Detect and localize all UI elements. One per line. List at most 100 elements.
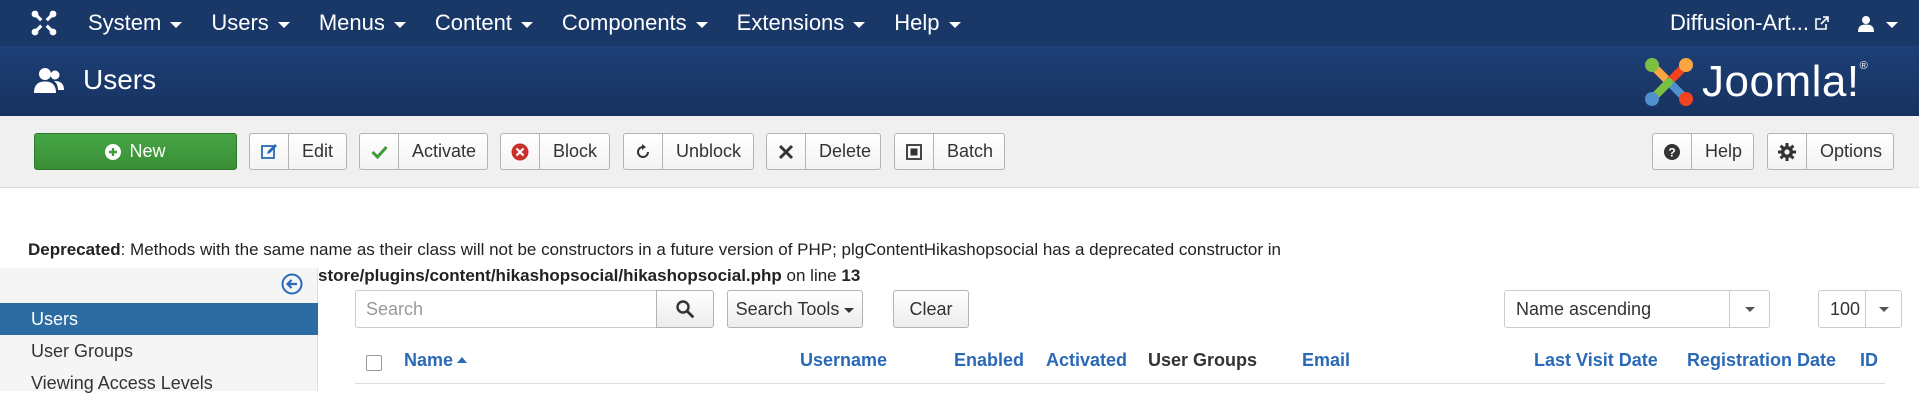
batch-icon bbox=[895, 134, 934, 169]
user-menu[interactable] bbox=[1858, 0, 1898, 46]
external-link-icon bbox=[1815, 16, 1829, 30]
limit-select[interactable]: 100 bbox=[1818, 290, 1902, 328]
caret-down-icon bbox=[695, 21, 708, 28]
column-id[interactable]: ID bbox=[1860, 350, 1878, 371]
column-activated[interactable]: Activated bbox=[1046, 350, 1127, 371]
caret-down-icon bbox=[853, 21, 866, 28]
menu-users-label: Users bbox=[211, 10, 269, 35]
ordering-select-value: Name ascending bbox=[1516, 298, 1652, 319]
batch-button-label: Batch bbox=[947, 141, 994, 161]
column-enabled[interactable]: Enabled bbox=[954, 350, 1024, 371]
edit-button[interactable]: Edit bbox=[249, 133, 347, 170]
sidebar: Users User Groups Viewing Access Levels bbox=[0, 268, 318, 393]
column-name-label: Name bbox=[404, 350, 454, 370]
joomla-logo: Joomla! ® bbox=[1642, 54, 1868, 110]
column-email-label: Email bbox=[1302, 350, 1351, 370]
edit-button-label: Edit bbox=[302, 141, 334, 161]
new-button-label: New bbox=[129, 141, 166, 161]
search-tools-button[interactable]: Search Tools bbox=[727, 290, 863, 328]
sidebar-item-label: Viewing Access Levels bbox=[31, 373, 213, 393]
batch-button[interactable]: Batch bbox=[894, 133, 1005, 170]
users-table-header: Name Username Enabled Activated User Gro… bbox=[355, 340, 1885, 384]
ordering-select[interactable]: Name ascending bbox=[1504, 290, 1770, 328]
search-icon bbox=[676, 300, 694, 318]
menu-extensions[interactable]: Extensions bbox=[737, 10, 866, 36]
edit-icon bbox=[250, 134, 289, 169]
deprecated-notice: Deprecated: Methods with the same name a… bbox=[28, 237, 1408, 263]
menu-content[interactable]: Content bbox=[435, 10, 533, 36]
page-title: Users bbox=[83, 64, 157, 95]
joomla-logo-icon bbox=[1645, 58, 1693, 106]
column-last-visit-date-label: Last Visit Date bbox=[1534, 350, 1658, 370]
plus-circle-icon bbox=[105, 143, 122, 160]
block-icon bbox=[501, 134, 540, 169]
help-button[interactable]: ? Help bbox=[1652, 133, 1754, 170]
delete-icon bbox=[767, 134, 806, 169]
column-name[interactable]: Name bbox=[404, 350, 468, 371]
options-button-label: Options bbox=[1820, 141, 1883, 161]
options-button[interactable]: Options bbox=[1767, 133, 1894, 170]
top-navbar: System Users Menus Content Components Ex… bbox=[0, 0, 1919, 46]
column-id-label: ID bbox=[1860, 350, 1878, 370]
search-input[interactable]: Search bbox=[355, 290, 657, 328]
column-registration-date-label: Registration Date bbox=[1687, 350, 1837, 370]
page-header: Users Joomla! ® bbox=[0, 46, 1919, 116]
menu-system[interactable]: System bbox=[88, 10, 183, 36]
deprecated-line-number: 13 bbox=[841, 266, 861, 285]
joomla-logo-text: Joomla! bbox=[1702, 57, 1860, 106]
column-user-groups-label: User Groups bbox=[1148, 350, 1258, 370]
sidebar-item-label: User Groups bbox=[31, 341, 134, 361]
column-registration-date[interactable]: Registration Date bbox=[1687, 350, 1836, 371]
registered-mark: ® bbox=[1859, 60, 1868, 72]
site-link[interactable]: Diffusion-Art... bbox=[1670, 0, 1829, 46]
joomla-brand-icon[interactable] bbox=[30, 9, 58, 37]
new-button[interactable]: New bbox=[34, 133, 237, 170]
gear-icon bbox=[1768, 134, 1807, 169]
column-enabled-label: Enabled bbox=[954, 350, 1025, 370]
sort-ascending-icon bbox=[457, 357, 468, 363]
menu-content-label: Content bbox=[434, 10, 512, 35]
menu-extensions-label: Extensions bbox=[736, 10, 845, 35]
sidebar-toggle-arrow-left-icon[interactable] bbox=[281, 273, 303, 300]
column-email[interactable]: Email bbox=[1302, 350, 1350, 371]
block-button-label: Block bbox=[553, 141, 598, 161]
search-button[interactable] bbox=[656, 290, 714, 328]
search-placeholder: Search bbox=[366, 299, 424, 319]
deprecated-text: : Methods with the same name as their cl… bbox=[120, 240, 1281, 259]
limit-select-value: 100 bbox=[1830, 298, 1861, 319]
question-icon: ? bbox=[1653, 134, 1692, 169]
menu-system-label: System bbox=[88, 10, 162, 35]
delete-button[interactable]: Delete bbox=[766, 133, 881, 170]
activate-button[interactable]: Activate bbox=[359, 133, 488, 170]
menu-help[interactable]: Help bbox=[894, 10, 961, 36]
select-all-checkbox[interactable] bbox=[366, 355, 382, 371]
caret-down-icon bbox=[1729, 291, 1769, 327]
column-last-visit-date[interactable]: Last Visit Date bbox=[1534, 350, 1658, 371]
deprecated-label: Deprecated bbox=[28, 240, 121, 259]
deprecated-on-line: on line bbox=[781, 266, 842, 285]
help-button-label: Help bbox=[1705, 141, 1743, 161]
deprecated-path-line: store/plugins/content/hikashopsocial/hik… bbox=[318, 263, 860, 289]
menu-components[interactable]: Components bbox=[562, 10, 708, 36]
caret-down-icon bbox=[948, 21, 961, 28]
clear-button-label: Clear bbox=[909, 298, 953, 319]
sidebar-item-users[interactable]: Users bbox=[0, 303, 318, 335]
delete-button-label: Delete bbox=[819, 141, 872, 161]
column-activated-label: Activated bbox=[1046, 350, 1128, 370]
toolbar: New Edit Activate Block Unblock Delete B… bbox=[0, 116, 1919, 188]
unblock-button-label: Unblock bbox=[676, 141, 742, 161]
svg-text:?: ? bbox=[1668, 145, 1675, 159]
menu-users[interactable]: Users bbox=[211, 10, 290, 36]
refresh-icon bbox=[624, 134, 663, 169]
caret-down-icon bbox=[393, 21, 406, 28]
sidebar-item-viewing-access-levels[interactable]: Viewing Access Levels bbox=[0, 367, 318, 399]
block-button[interactable]: Block bbox=[500, 133, 610, 170]
column-username[interactable]: Username bbox=[800, 350, 887, 371]
menu-menus[interactable]: Menus bbox=[319, 10, 406, 36]
unblock-button[interactable]: Unblock bbox=[623, 133, 754, 170]
sidebar-item-user-groups[interactable]: User Groups bbox=[0, 335, 318, 367]
clear-button[interactable]: Clear bbox=[893, 290, 969, 328]
caret-down-icon bbox=[520, 21, 533, 28]
column-user-groups: User Groups bbox=[1148, 350, 1257, 371]
user-icon bbox=[1858, 15, 1874, 32]
